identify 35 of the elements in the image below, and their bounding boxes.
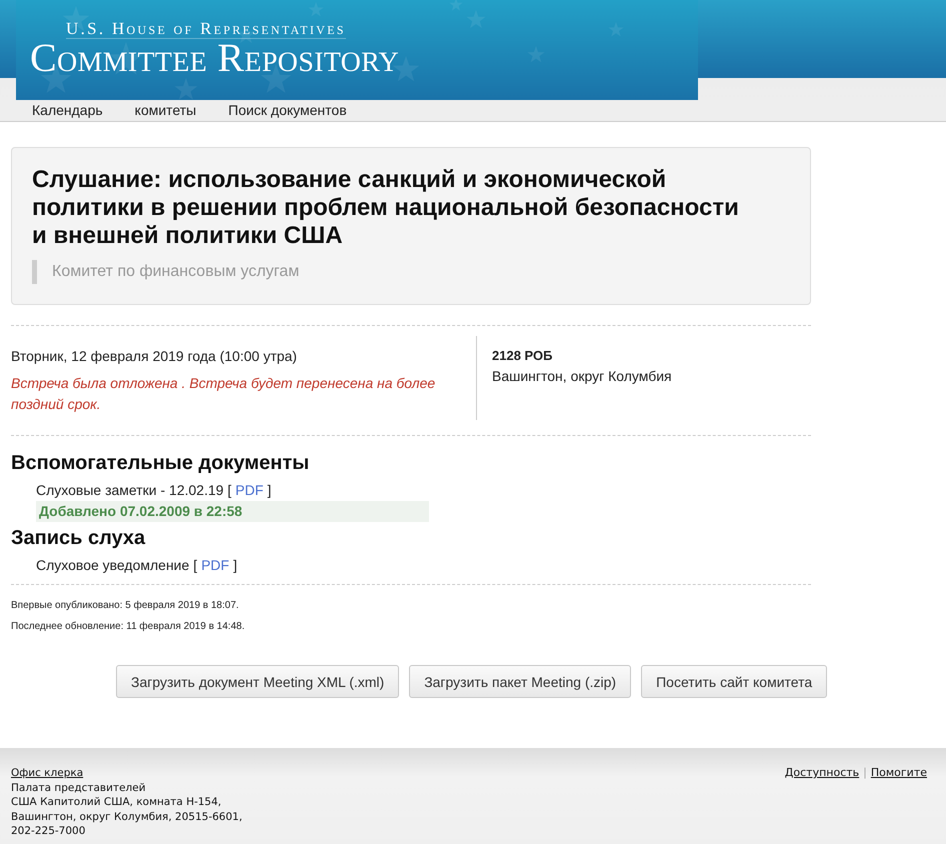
committee-name: Комитет по финансовым услугам: [32, 260, 790, 284]
address-line: США Капитолий США, комната H-154,: [11, 795, 222, 810]
added-note: Добавлено 07.02.2009 в 22:58: [36, 501, 429, 522]
nav-link[interactable]: Поиск документов: [228, 102, 347, 118]
nav-link[interactable]: комитеты: [134, 102, 196, 118]
pdf-link[interactable]: PDF: [235, 479, 264, 501]
nav-link[interactable]: Календарь: [32, 102, 103, 118]
site-subtitle: U.S. House of Representatives: [66, 20, 346, 39]
updated-date: Последнее обновление: 11 февраля 2019 в 14:48.: [11, 620, 246, 634]
section-heading: Запись слуха: [11, 526, 146, 550]
room-number: 2128 РОБ: [492, 347, 554, 365]
action-button[interactable]: Загрузить пакет Meeting (.zip): [409, 665, 632, 698]
footer-link[interactable]: Помогите: [870, 766, 927, 844]
hearing-date: Вторник, 12 февраля 2019 года (10:00 утра): [11, 347, 298, 366]
published-date: Впервые опубликовано: 5 февраля 2019 в 18:07.: [11, 599, 240, 613]
bracket-open: [: [193, 556, 198, 575]
section-heading: Вспомогательные документы: [11, 451, 310, 475]
pdf-link[interactable]: PDF: [201, 554, 230, 576]
bracket-open: [: [228, 481, 232, 500]
action-button[interactable]: Загрузить документ Meeting XML (.xml): [116, 665, 400, 698]
bracket-close: ]: [267, 481, 272, 500]
address-line: 202-225-7000: [11, 824, 86, 838]
link-separator: |: [863, 766, 867, 781]
hearing-title: Слушание: использование санкций и экономической политики в решении проблем национальной безопасности и внешней политики США: [32, 166, 740, 250]
location-city: Вашингтон, округ Колумбия: [492, 367, 672, 386]
document-name: Слуховые заметки - 12.02.19: [36, 481, 224, 500]
site-title[interactable]: Committee Repository: [30, 39, 400, 77]
postponed-notice: Встреча была отложена . Встреча будет перенесена на более поздний срок.: [11, 374, 436, 414]
office-link[interactable]: Офис клерка: [11, 766, 84, 780]
bracket-close: ]: [233, 556, 238, 575]
action-button[interactable]: Посетить сайт комитета: [641, 665, 828, 698]
address-line: Вашингтон, округ Колумбия, 20515-6601,: [11, 810, 242, 824]
address-line: Палата представителей: [11, 780, 146, 795]
document-name: Слуховое уведомление: [36, 556, 190, 575]
footer-link[interactable]: Доступность: [784, 766, 860, 844]
